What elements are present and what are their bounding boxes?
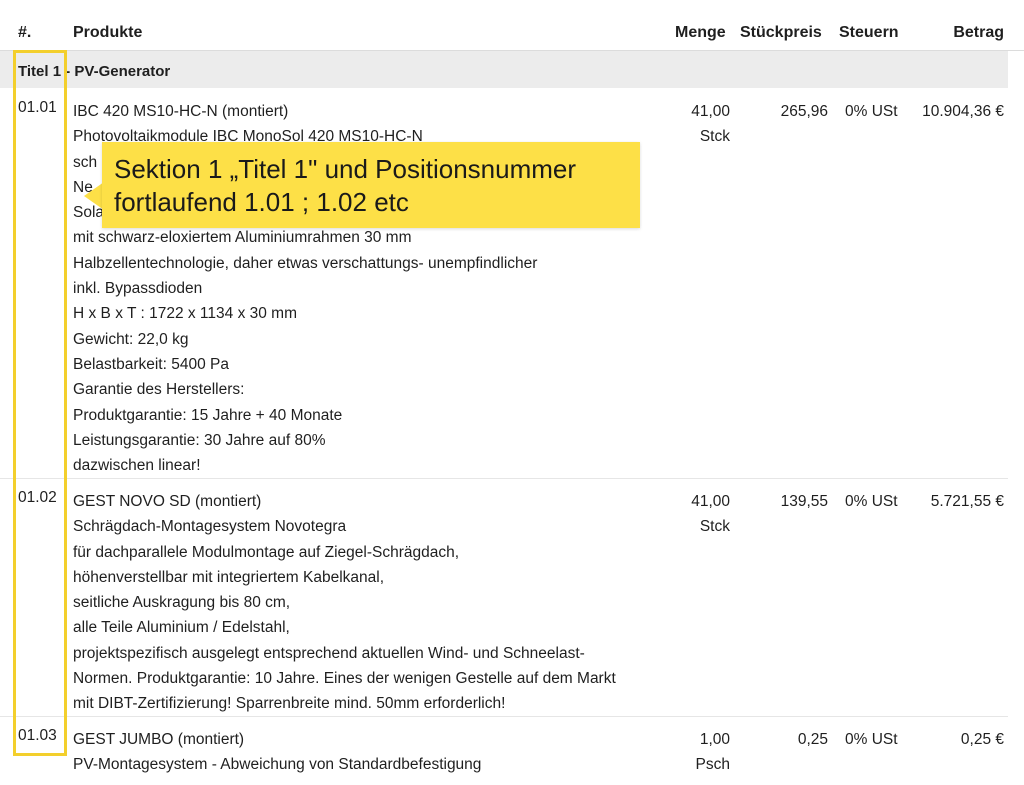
quantity-cell: 1,00 Psch xyxy=(696,727,730,778)
header-products: Produkte xyxy=(73,24,143,41)
description-line: dazwischen linear! xyxy=(73,457,201,475)
description-line: Belastbarkeit: 5400 Pa xyxy=(73,355,229,373)
header-amount: Betrag xyxy=(953,24,1004,41)
section-title: Titel 1 - PV-Generator xyxy=(18,63,171,80)
description-line: Halbzellentechnologie, daher etwas versc… xyxy=(73,254,538,272)
position-number: 01.02 xyxy=(18,489,57,506)
product-description: GEST JUMBO (montiert) PV-Montagesystem -… xyxy=(73,727,673,778)
description-line: PV-Montagesystem - Abweichung von Standa… xyxy=(73,756,482,774)
description-line: Normen. Produktgarantie: 10 Jahre. Eines… xyxy=(73,670,616,688)
quantity-cell: 41,00 Stck xyxy=(691,99,730,150)
description-line: projektspezifisch ausgelegt entsprechend… xyxy=(73,644,585,662)
quantity-value: 41,00 xyxy=(691,103,730,120)
section-title-row: Titel 1 - PV-Generator xyxy=(0,51,1008,88)
tax-value: 0% USt xyxy=(845,731,898,748)
annotation-text: Sektion 1 „Titel 1" und Positionsnummer … xyxy=(114,153,634,219)
product-name: GEST JUMBO (montiert) xyxy=(73,731,245,748)
description-line: Produktgarantie: 15 Jahre + 40 Monate xyxy=(73,406,343,424)
description-line: Gewicht: 22,0 kg xyxy=(73,330,189,348)
product-description: GEST NOVO SD (montiert) Schrägdach-Monta… xyxy=(73,489,673,717)
description-line: alle Teile Aluminium / Edelstahl, xyxy=(73,619,290,637)
table-header-row: #. Produkte Menge Stückpreis Steuern Bet… xyxy=(0,0,1024,51)
quantity-unit: Stck xyxy=(699,518,730,536)
table-row: 01.02 GEST NOVO SD (montiert) Schrägdach… xyxy=(0,479,1008,717)
unit-price-value: 0,25 xyxy=(797,731,828,748)
amount-value: 10.904,36 € xyxy=(922,103,1004,120)
header-position-number: #. xyxy=(18,24,32,41)
callout-pointer xyxy=(84,182,104,210)
unit-price-value: 265,96 xyxy=(780,103,828,120)
quantity-value: 41,00 xyxy=(691,493,730,510)
quantity-value: 1,00 xyxy=(699,731,730,748)
position-number: 01.03 xyxy=(18,727,57,744)
quote-table-view: #. Produkte Menge Stückpreis Steuern Bet… xyxy=(0,0,1024,785)
description-line: Schrägdach-Montagesystem Novotegra xyxy=(73,518,347,536)
description-line: mit schwarz-eloxiertem Aluminiumrahmen 3… xyxy=(73,229,412,247)
header-quantity: Menge xyxy=(675,24,726,41)
header-unit-price: Stückpreis xyxy=(740,24,822,41)
annotation-callout: Sektion 1 „Titel 1" und Positionsnummer … xyxy=(102,142,640,228)
annotation-line: fortlaufend 1.01 ; 1.02 etc xyxy=(114,187,409,217)
quantity-unit: Stck xyxy=(699,128,730,146)
quantity-cell: 41,00 Stck xyxy=(691,489,730,540)
description-line: H x B x T : 1722 x 1134 x 30 mm xyxy=(73,305,297,323)
header-tax: Steuern xyxy=(839,24,899,41)
description-line: höhenverstellbar mit integriertem Kabelk… xyxy=(73,568,385,586)
product-name: IBC 420 MS10-HC-N (montiert) xyxy=(73,103,289,120)
product-name: GEST NOVO SD (montiert) xyxy=(73,493,262,510)
quantity-unit: Psch xyxy=(695,756,730,774)
description-line: inkl. Bypassdioden xyxy=(73,280,203,298)
description-line: Garantie des Herstellers: xyxy=(73,381,245,399)
table-row: 01.03 GEST JUMBO (montiert) PV-Montagesy… xyxy=(0,717,1008,785)
description-line: Leistungsgarantie: 30 Jahre auf 80% xyxy=(73,431,326,449)
unit-price-value: 139,55 xyxy=(780,493,828,510)
amount-value: 5.721,55 € xyxy=(930,493,1004,510)
description-line: für dachparallele Modulmontage auf Ziege… xyxy=(73,543,460,561)
description-line: mit DIBT-Zertifizierung! Sparrenbreite m… xyxy=(73,695,506,713)
position-number: 01.01 xyxy=(18,99,57,116)
description-line: seitliche Auskragung bis 80 cm, xyxy=(73,594,291,612)
tax-value: 0% USt xyxy=(845,103,898,120)
annotation-line: Sektion 1 „Titel 1" und Positionsnummer xyxy=(114,154,577,184)
tax-value: 0% USt xyxy=(845,493,898,510)
amount-value: 0,25 € xyxy=(960,731,1004,748)
